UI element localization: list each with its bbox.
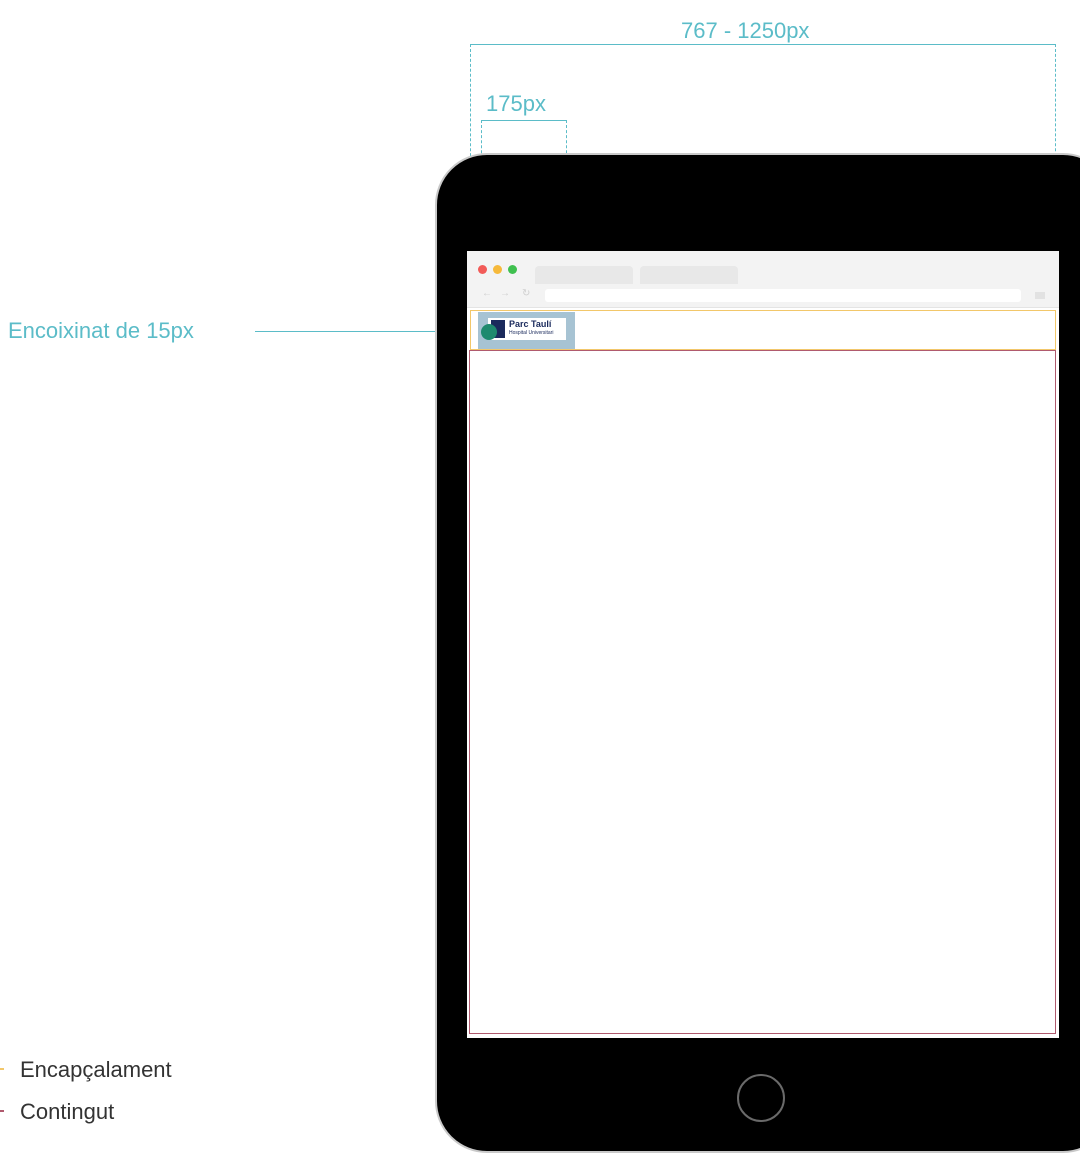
menu-icon[interactable] bbox=[1035, 292, 1045, 299]
logo-padding-marker bbox=[481, 324, 497, 340]
logo[interactable]: Parc Taulí Hospital Universitari bbox=[488, 318, 566, 340]
legend-swatch-header bbox=[0, 1068, 4, 1070]
viewport-range-line bbox=[470, 44, 1055, 45]
browser-tab[interactable] bbox=[640, 266, 738, 284]
close-window-icon[interactable] bbox=[478, 265, 487, 274]
address-bar[interactable] bbox=[545, 289, 1021, 302]
minimize-window-icon[interactable] bbox=[493, 265, 502, 274]
legend-swatch-content bbox=[0, 1110, 4, 1112]
legend-label-header: Encapçalament bbox=[20, 1057, 172, 1082]
forward-arrow-icon[interactable]: → bbox=[500, 289, 510, 299]
reload-icon[interactable]: ↻ bbox=[522, 289, 530, 299]
logo-name: Parc Taulí bbox=[509, 319, 552, 329]
padding-label: Encoixinat de 15px bbox=[8, 318, 194, 343]
browser-tab[interactable] bbox=[535, 266, 633, 284]
content-region bbox=[469, 350, 1056, 1034]
legend-label-content: Contingut bbox=[20, 1099, 115, 1124]
viewport-range-label: 767 - 1250px bbox=[681, 18, 810, 43]
maximize-window-icon[interactable] bbox=[508, 265, 517, 274]
logo-width-line bbox=[481, 120, 566, 121]
logo-width-label: 175px bbox=[486, 91, 546, 116]
logo-subtitle: Hospital Universitari bbox=[509, 330, 554, 336]
back-arrow-icon[interactable]: ← bbox=[482, 289, 492, 299]
home-button[interactable] bbox=[737, 1074, 785, 1122]
